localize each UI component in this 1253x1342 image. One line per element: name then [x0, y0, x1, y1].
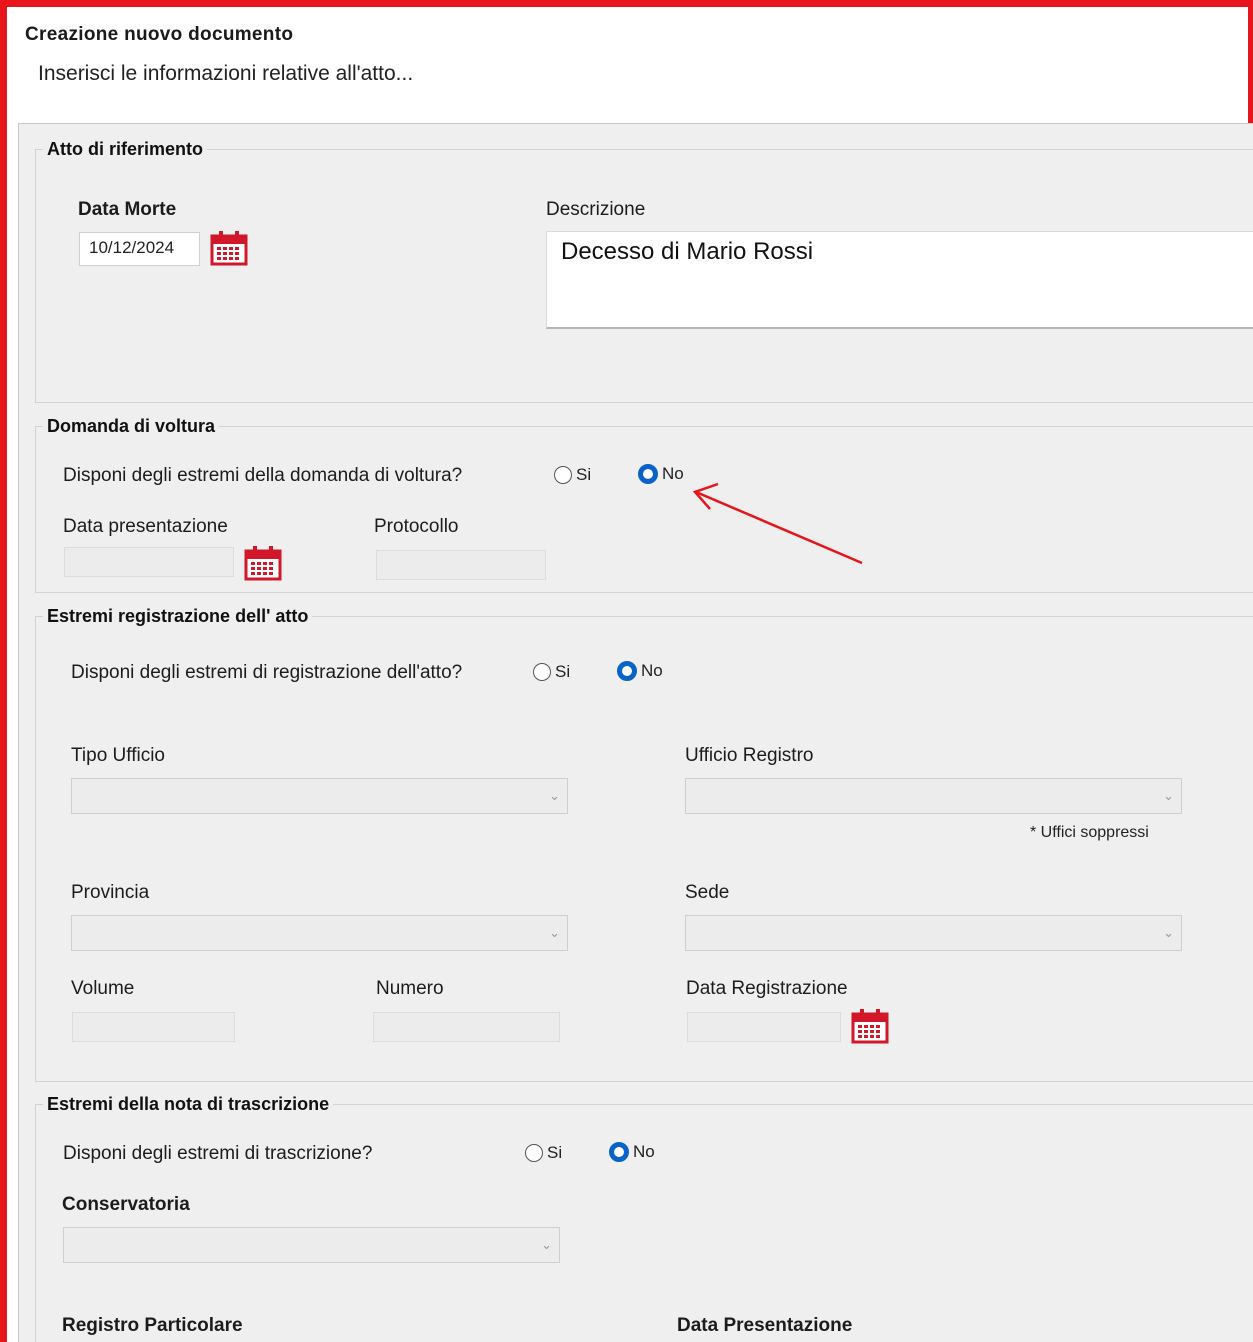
registrazione-question: Disponi degli estremi di registrazione d…	[71, 662, 463, 683]
chevron-down-icon: ⌄	[541, 1237, 552, 1252]
radio-label-si: Si	[576, 465, 592, 484]
numero-input[interactable]	[373, 1012, 560, 1042]
conservatoria-label: Conservatoria	[62, 1194, 190, 1215]
data-morte-label: Data Morte	[78, 199, 177, 220]
provincia-select[interactable]: ⌄	[71, 915, 568, 951]
radio-unselected[interactable]	[533, 663, 551, 681]
voltura-radio-si[interactable]: Si	[554, 465, 591, 485]
calendar-icon[interactable]	[851, 1008, 889, 1044]
conservatoria-select[interactable]: ⌄	[63, 1227, 560, 1263]
radio-label-si: Si	[555, 662, 571, 681]
legend-domanda-voltura: Domanda di voltura	[43, 416, 220, 437]
voltura-radio-no[interactable]: No	[638, 464, 684, 484]
data-presentazione-trascrizione-label: Data Presentazione	[677, 1315, 853, 1336]
voltura-question: Disponi degli estremi della domanda di v…	[63, 465, 463, 486]
data-registrazione-label: Data Registrazione	[686, 978, 848, 999]
calendar-icon[interactable]	[244, 545, 282, 581]
ufficio-registro-select[interactable]: ⌄	[685, 778, 1182, 814]
trascrizione-question: Disponi degli estremi di trascrizione?	[63, 1143, 373, 1164]
radio-label-no: No	[633, 1142, 655, 1161]
data-presentazione-input[interactable]	[64, 547, 234, 577]
radio-selected[interactable]	[617, 661, 637, 681]
registrazione-radio-si[interactable]: Si	[533, 662, 570, 682]
tipo-ufficio-select[interactable]: ⌄	[71, 778, 568, 814]
provincia-label: Provincia	[71, 882, 150, 903]
tipo-ufficio-label: Tipo Ufficio	[71, 745, 165, 766]
descrizione-textarea[interactable]: Decesso di Mario Rossi	[546, 231, 1253, 329]
radio-selected[interactable]	[609, 1142, 629, 1162]
radio-selected[interactable]	[638, 464, 658, 484]
sede-select[interactable]: ⌄	[685, 915, 1182, 951]
registrazione-radio-no[interactable]: No	[617, 661, 663, 681]
dialog-title: Creazione nuovo documento	[25, 24, 294, 45]
radio-unselected[interactable]	[525, 1144, 543, 1162]
data-registrazione-input[interactable]	[687, 1012, 841, 1042]
data-morte-input[interactable]: 10/12/2024	[79, 232, 200, 266]
sede-label: Sede	[685, 882, 730, 903]
annotation-arrow	[692, 482, 863, 565]
ufficio-registro-label: Ufficio Registro	[685, 745, 814, 766]
chevron-down-icon: ⌄	[1163, 925, 1174, 940]
protocollo-input[interactable]	[376, 550, 546, 580]
data-presentazione-label: Data presentazione	[63, 516, 228, 537]
trascrizione-radio-si[interactable]: Si	[525, 1143, 562, 1163]
legend-nota-trascrizione: Estremi della nota di trascrizione	[43, 1094, 334, 1115]
legend-atto-riferimento: Atto di riferimento	[43, 139, 207, 160]
trascrizione-radio-no[interactable]: No	[609, 1142, 655, 1162]
group-nota-trascrizione	[35, 1104, 1253, 1342]
radio-label-no: No	[662, 464, 684, 483]
radio-label-si: Si	[547, 1143, 563, 1162]
chevron-down-icon: ⌄	[1163, 788, 1174, 803]
radio-label-no: No	[641, 661, 663, 680]
chevron-down-icon: ⌄	[549, 925, 560, 940]
registro-particolare-label: Registro Particolare	[62, 1315, 243, 1336]
volume-input[interactable]	[72, 1012, 235, 1042]
radio-unselected[interactable]	[554, 466, 572, 484]
legend-estremi-registrazione: Estremi registrazione dell' atto	[43, 606, 313, 627]
chevron-down-icon: ⌄	[549, 788, 560, 803]
dialog-subtitle: Inserisci le informazioni relative all'a…	[38, 62, 414, 85]
volume-label: Volume	[71, 978, 135, 999]
uffici-soppressi-note: * Uffici soppressi	[1030, 824, 1149, 841]
descrizione-label: Descrizione	[546, 199, 646, 220]
calendar-icon[interactable]	[210, 230, 248, 266]
protocollo-label: Protocollo	[374, 516, 459, 537]
numero-label: Numero	[376, 978, 444, 999]
